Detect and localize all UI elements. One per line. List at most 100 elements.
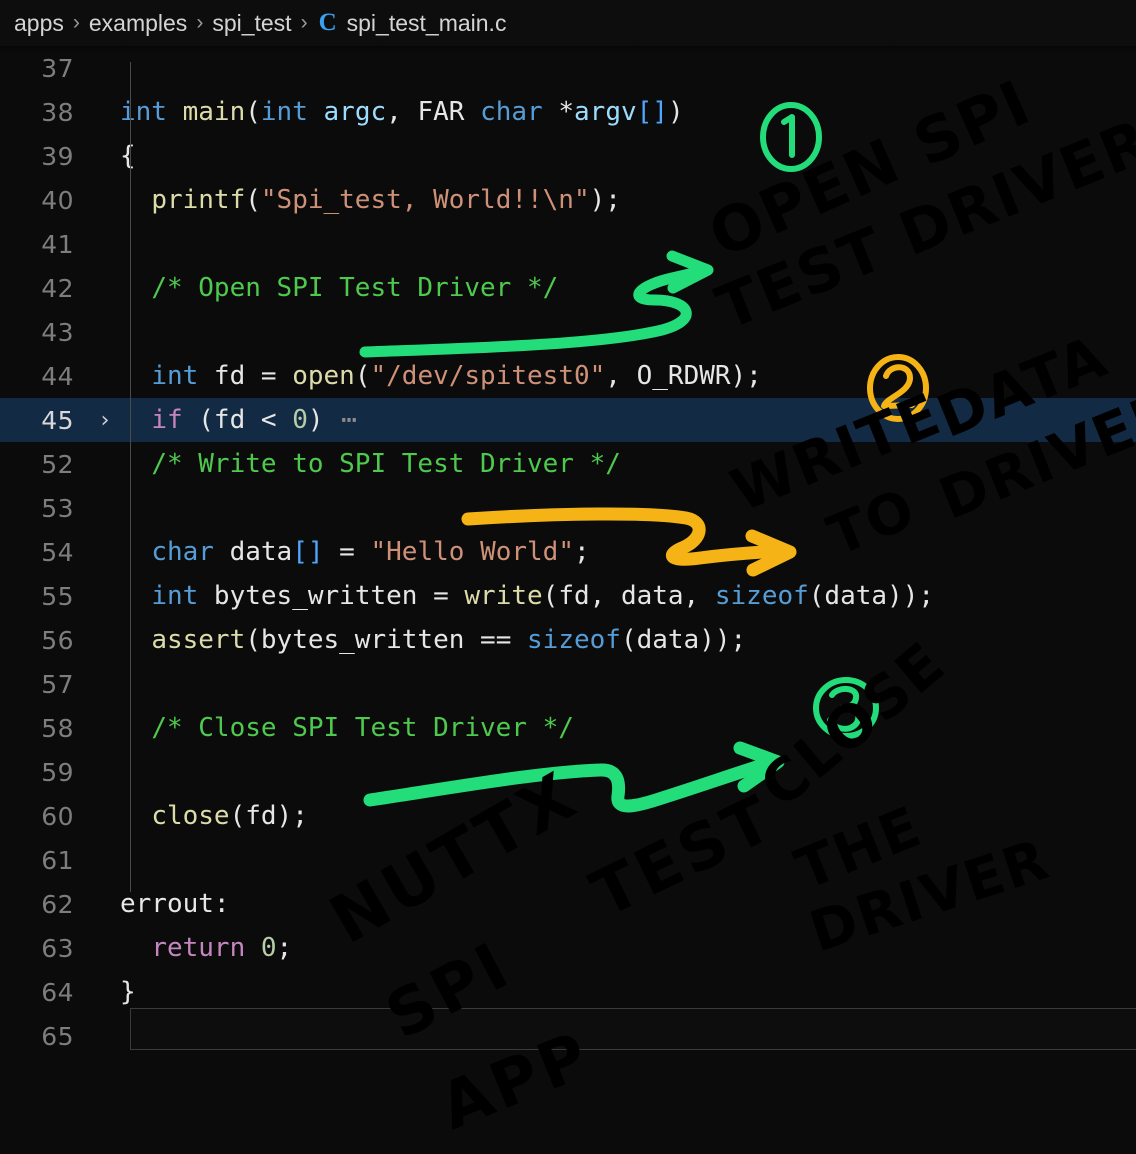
line-number: 61 — [0, 846, 90, 875]
code-token — [120, 361, 151, 391]
code-token — [120, 405, 151, 435]
code-token: int — [120, 97, 167, 127]
code-text: close(fd); — [120, 794, 1136, 838]
code-token: * — [558, 97, 574, 127]
code-line[interactable]: 41 — [0, 222, 1136, 266]
code-token — [511, 625, 527, 655]
code-line[interactable]: 58 /* Close SPI Test Driver */ — [0, 706, 1136, 750]
code-token: ( — [355, 361, 371, 391]
line-number: 58 — [0, 714, 90, 743]
code-line[interactable]: 65 — [0, 1014, 1136, 1058]
code-text: int bytes_written = write(fd, data, size… — [120, 574, 1136, 618]
line-number: 54 — [0, 538, 90, 567]
code-token: close — [151, 801, 229, 831]
code-line[interactable]: 40 printf("Spi_test, World!!\n"); — [0, 178, 1136, 222]
code-token — [308, 97, 324, 127]
line-number: 37 — [0, 54, 90, 83]
code-token: char — [480, 97, 543, 127]
code-token: /* Open SPI Test Driver */ — [151, 273, 558, 303]
code-token: open — [292, 361, 355, 391]
fold-chevron-icon[interactable]: › — [90, 408, 120, 433]
line-number: 45 — [0, 406, 90, 435]
code-token: data — [214, 537, 292, 567]
code-line[interactable]: 55 int bytes_written = write(fd, data, s… — [0, 574, 1136, 618]
code-token: int — [261, 97, 308, 127]
code-text: { — [120, 134, 1136, 178]
line-number: 64 — [0, 978, 90, 1007]
code-line[interactable]: 54 char data[] = "Hello World"; — [0, 530, 1136, 574]
code-line[interactable]: 57 — [0, 662, 1136, 706]
line-number: 52 — [0, 450, 90, 479]
code-token: ) — [308, 405, 324, 435]
code-token — [464, 97, 480, 127]
code-token: /* Close SPI Test Driver */ — [151, 713, 574, 743]
code-line[interactable]: 45› if (fd < 0) ⋯ — [0, 398, 1136, 442]
breadcrumb-separator-icon: › — [301, 11, 308, 35]
code-token — [120, 933, 151, 963]
code-line[interactable]: 59 — [0, 750, 1136, 794]
line-number: 55 — [0, 582, 90, 611]
code-token: } — [120, 977, 136, 1007]
code-token: ⋯ — [324, 405, 359, 435]
code-text: int fd = open("/dev/spitest0", O_RDWR); — [120, 354, 1136, 398]
code-line[interactable]: 60 close(fd); — [0, 794, 1136, 838]
code-token: (fd < — [183, 405, 293, 435]
code-line[interactable]: 42 /* Open SPI Test Driver */ — [0, 266, 1136, 310]
breadcrumb-item-spi-test[interactable]: spi_test — [212, 10, 291, 37]
line-number: 40 — [0, 186, 90, 215]
code-token — [120, 273, 151, 303]
line-number: 39 — [0, 142, 90, 171]
breadcrumb-item-examples[interactable]: examples — [89, 10, 187, 37]
code-token: [] — [292, 537, 323, 567]
code-line[interactable]: 43 — [0, 310, 1136, 354]
code-token — [120, 537, 151, 567]
code-token: int — [151, 581, 198, 611]
code-line[interactable]: 38int main(int argc, FAR char *argv[]) — [0, 90, 1136, 134]
code-token: bytes_written = — [198, 581, 464, 611]
code-token: ); — [590, 185, 621, 215]
code-text: return 0; — [120, 926, 1136, 970]
code-token: char — [151, 537, 214, 567]
line-number: 44 — [0, 362, 90, 391]
code-token — [120, 449, 151, 479]
code-line[interactable]: 39 { — [0, 134, 1136, 178]
code-text: } — [120, 970, 1136, 1014]
code-token: , — [386, 97, 417, 127]
code-token: == — [480, 625, 511, 655]
code-token — [120, 625, 151, 655]
code-text: errout: — [120, 882, 1136, 926]
code-token: argc — [324, 97, 387, 127]
code-token: [] — [637, 97, 668, 127]
code-text: printf("Spi_test, World!!\n"); — [120, 178, 1136, 222]
code-token: (data)); — [809, 581, 934, 611]
code-line[interactable]: 61 — [0, 838, 1136, 882]
code-token: if — [151, 405, 182, 435]
code-token: { — [120, 141, 136, 171]
code-editor[interactable]: 37 38int main(int argc, FAR char *argv[])… — [0, 46, 1136, 1154]
code-token: (bytes_written — [245, 625, 480, 655]
code-text: assert(bytes_written == sizeof(data)); — [120, 618, 1136, 662]
code-token: "Hello World" — [371, 537, 575, 567]
code-token — [167, 97, 183, 127]
code-line[interactable]: 53 — [0, 486, 1136, 530]
code-text: int main(int argc, FAR char *argv[]) — [120, 90, 1136, 134]
code-line[interactable]: 56 assert(bytes_written == sizeof(data))… — [0, 618, 1136, 662]
code-token: assert — [151, 625, 245, 655]
breadcrumb-item-apps[interactable]: apps — [14, 10, 64, 37]
code-text: if (fd < 0) ⋯ — [120, 398, 1136, 442]
code-token: return — [151, 933, 245, 963]
code-token — [120, 581, 151, 611]
code-line[interactable]: 63 return 0; — [0, 926, 1136, 970]
line-number: 60 — [0, 802, 90, 831]
line-number: 62 — [0, 890, 90, 919]
code-line[interactable]: 62 errout: — [0, 882, 1136, 926]
code-token: fd = — [198, 361, 292, 391]
breadcrumb-item-file[interactable]: spi_test_main.c — [347, 10, 507, 37]
code-token: 0 — [292, 405, 308, 435]
code-line[interactable]: 64} — [0, 970, 1136, 1014]
code-line[interactable]: 52 /* Write to SPI Test Driver */ — [0, 442, 1136, 486]
code-token: (data)); — [621, 625, 746, 655]
code-line[interactable]: 44 int fd = open("/dev/spitest0", O_RDWR… — [0, 354, 1136, 398]
code-token — [543, 97, 559, 127]
code-token: (fd); — [230, 801, 308, 831]
